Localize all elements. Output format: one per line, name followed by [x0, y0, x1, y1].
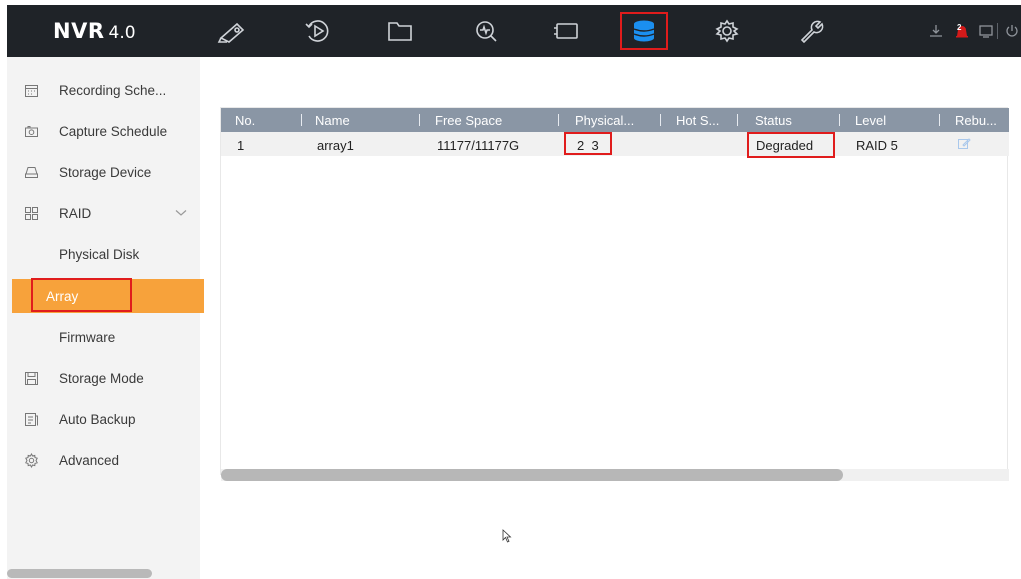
maintenance-icon[interactable] — [788, 13, 834, 49]
gear-icon — [23, 452, 39, 468]
column-divider — [419, 114, 420, 126]
camera-icon — [23, 123, 39, 139]
sidebar: Recording Sche... Capture Schedule Stora… — [7, 57, 204, 579]
column-header-status[interactable]: Status — [755, 113, 792, 128]
sidebar-item-advanced[interactable]: Advanced — [7, 443, 200, 477]
sidebar-item-capture-schedule[interactable]: Capture Schedule — [7, 114, 200, 148]
sidebar-item-label: Storage Device — [59, 164, 152, 180]
sidebar-item-auto-backup[interactable]: Auto Backup — [7, 402, 200, 436]
column-header-free-space[interactable]: Free Space — [435, 113, 502, 128]
sidebar-item-label: Storage Mode — [59, 370, 144, 386]
sidebar-item-label: Firmware — [59, 329, 116, 345]
column-divider — [301, 114, 302, 126]
column-header-rebuild[interactable]: Rebu... — [955, 113, 997, 128]
download-icon[interactable] — [927, 22, 945, 40]
sidebar-item-label: Array — [46, 288, 79, 304]
sidebar-item-physical-disk[interactable]: Physical Disk — [7, 237, 200, 271]
column-header-name[interactable]: Name — [315, 113, 350, 128]
column-header-level[interactable]: Level — [855, 113, 886, 128]
cell-free-space: 11177/11177G — [437, 138, 520, 153]
column-divider — [939, 114, 940, 126]
table-header: No. Name Free Space Physical... Hot S...… — [221, 108, 1009, 132]
rebuild-edit-icon[interactable] — [957, 137, 971, 151]
sidebar-item-storage-mode[interactable]: Storage Mode — [7, 361, 200, 395]
brand-version: 4.0 — [108, 23, 136, 43]
sidebar-item-recording-schedule[interactable]: Recording Sche... — [7, 73, 200, 107]
brand-name: NVR — [53, 19, 105, 43]
hdd-icon — [23, 164, 39, 180]
cell-no: 1 — [237, 138, 245, 153]
sidebar-item-label: Physical Disk — [59, 246, 140, 262]
settings-icon[interactable] — [704, 13, 750, 49]
sidebar-item-label: RAID — [59, 205, 92, 221]
horizontal-scrollbar-thumb[interactable] — [221, 469, 843, 481]
column-divider — [558, 114, 559, 126]
sidebar-item-storage-device[interactable]: Storage Device — [7, 155, 200, 189]
top-navigation-bar: NVR 4.0 2 — [7, 5, 1021, 57]
chevron-down-icon — [175, 210, 187, 216]
sidebar-scrollbar[interactable] — [7, 569, 152, 578]
file-icon[interactable] — [377, 13, 423, 49]
cell-name: array1 — [317, 138, 354, 153]
cell-physical-disks: 2 3 — [577, 138, 599, 153]
column-header-physical[interactable]: Physical... — [575, 113, 634, 128]
mouse-cursor-icon — [502, 529, 512, 543]
monitor-icon[interactable] — [977, 22, 995, 40]
sidebar-item-label: Advanced — [59, 452, 120, 468]
column-header-no[interactable]: No. — [235, 113, 255, 128]
brand-logo: NVR 4.0 — [53, 19, 136, 43]
array-table: No. Name Free Space Physical... Hot S...… — [220, 107, 1009, 481]
column-divider — [660, 114, 661, 126]
sidebar-item-array[interactable]: Array — [12, 279, 204, 313]
save-icon — [23, 370, 39, 386]
column-divider — [737, 114, 738, 126]
sidebar-item-label: Recording Sche... — [59, 82, 167, 98]
alarm-badge: 2 — [957, 23, 962, 32]
top-right-divider — [997, 23, 998, 39]
alarm-icon[interactable]: 2 — [953, 22, 971, 40]
cell-level: RAID 5 — [856, 138, 898, 153]
horizontal-scrollbar[interactable] — [221, 469, 1009, 481]
display-icon[interactable] — [544, 13, 590, 49]
table-row[interactable]: 1 array1 11177/11177G 2 3 Degraded RAID … — [221, 132, 1009, 156]
sidebar-item-label: Auto Backup — [59, 411, 136, 427]
column-divider — [839, 114, 840, 126]
column-header-hot-spare[interactable]: Hot S... — [676, 113, 719, 128]
playback-icon[interactable] — [295, 13, 341, 49]
raid-grid-icon — [23, 205, 39, 221]
calendar-icon — [23, 82, 39, 98]
search-icon[interactable] — [463, 13, 509, 49]
power-icon[interactable] — [1003, 22, 1021, 40]
backup-icon — [23, 411, 39, 427]
sidebar-item-label: Capture Schedule — [59, 123, 168, 139]
sidebar-item-firmware[interactable]: Firmware — [7, 320, 200, 354]
sidebar-item-raid[interactable]: RAID — [7, 196, 200, 230]
cell-status: Degraded — [756, 138, 814, 153]
live-view-icon[interactable] — [209, 13, 255, 49]
storage-icon[interactable] — [620, 12, 668, 50]
